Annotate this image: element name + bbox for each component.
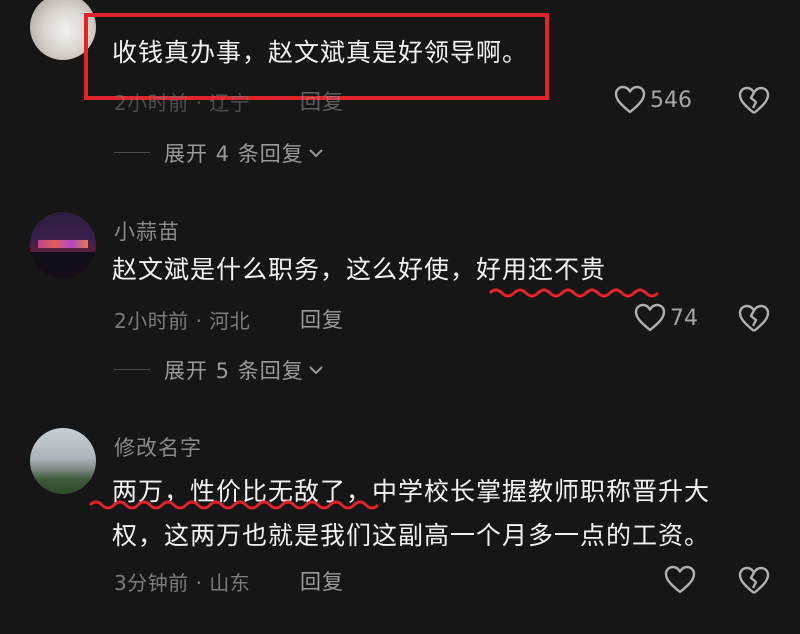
chevron-down-icon	[308, 147, 324, 159]
expand-label: 展开 4 条回复	[164, 142, 304, 166]
comment-text-line2: 权，这两万也就是我们这副高一个月多一点的工资。	[112, 521, 711, 550]
reply-button[interactable]: 回复	[300, 566, 344, 596]
wavy-underline	[88, 500, 380, 510]
expand-replies-button[interactable]: 展开 4 条回复	[164, 138, 324, 168]
avatar[interactable]	[30, 212, 96, 278]
like-count: 74	[670, 305, 698, 331]
comment-text: 赵文斌是什么职务，这么好使，好用还不贵	[112, 250, 606, 290]
reply-button[interactable]: 回复	[300, 86, 344, 116]
broken-heart-icon[interactable]	[738, 86, 770, 116]
reply-button[interactable]: 回复	[300, 304, 344, 334]
comment-meta: 2小时前 · 河北	[114, 309, 251, 333]
divider	[114, 152, 150, 153]
like-count: 546	[650, 87, 692, 113]
expand-replies-button[interactable]: 展开 5 条回复	[164, 355, 324, 385]
heart-icon	[634, 303, 666, 333]
comment-meta: 2小时前 · 辽宁	[114, 91, 251, 115]
chevron-down-icon	[308, 364, 324, 376]
comment-text-plain: 中学校长掌握教师职称晋升大	[372, 477, 711, 506]
heart-icon	[664, 565, 696, 595]
divider	[114, 369, 150, 370]
like-button[interactable]: 546	[614, 85, 692, 115]
like-button[interactable]	[664, 565, 700, 595]
comment-text-plain: 赵文斌是什么职务，这么好使，	[112, 255, 477, 284]
underlined-text: 好用还不贵	[476, 255, 607, 284]
username[interactable]: 修改名字	[114, 432, 202, 462]
like-button[interactable]: 74	[634, 303, 698, 333]
broken-heart-icon[interactable]	[738, 304, 770, 334]
avatar[interactable]	[30, 428, 96, 494]
wavy-underline	[488, 288, 660, 298]
comment-meta: 3分钟前 · 山东	[114, 571, 251, 595]
expand-label: 展开 5 条回复	[164, 359, 304, 383]
username[interactable]: 小蒜苗	[114, 216, 180, 246]
broken-heart-icon[interactable]	[738, 566, 770, 596]
heart-icon	[614, 85, 646, 115]
comment-text: 收钱真办事，赵文斌真是好领导啊。	[112, 38, 529, 67]
